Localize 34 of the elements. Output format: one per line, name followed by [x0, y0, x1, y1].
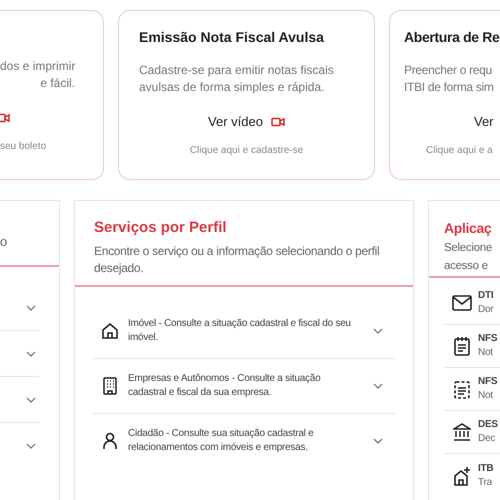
watch-video-link[interactable]: Ver vídeo: [208, 112, 285, 132]
app-item[interactable]: NFS Not: [444, 368, 500, 411]
profile-item[interactable]: Empresas e Autônomos - Consulte a situação cadastral e fiscal da sua empresa.: [93, 358, 395, 414]
card-title: Abertura de Re: [403, 28, 500, 47]
profile-item[interactable]: Cidadão - Consulte sua situação cadastral e relacionamentos com imóveis e empresas.: [93, 414, 395, 468]
app-name: NFS: [478, 375, 498, 389]
app-subtitle: Not: [478, 346, 494, 360]
panel-description: acesso e: [444, 259, 488, 274]
app-item[interactable]: ITB Tra: [444, 454, 500, 497]
app-item[interactable]: DES Dec: [444, 411, 500, 454]
app-name: DES: [478, 418, 498, 432]
card-link[interactable]: Clique aqui e cadastre-se: [119, 143, 374, 158]
panel-description: Selecione: [444, 241, 492, 256]
panel-title: Serviços por Perfil: [94, 218, 228, 238]
panel-description: Encontre o serviço ou a informação selecionando o perfil desejado.: [94, 242, 380, 276]
app-item[interactable]: NFS Not: [444, 325, 500, 368]
app-name: NFS: [478, 332, 498, 346]
app-subtitle: Not: [478, 389, 494, 403]
app-subtitle: Tra: [478, 476, 494, 490]
card-description: Cadastre-se para emitir notas fiscais avulsas de forma simples e rápida.: [138, 62, 335, 96]
card-description: Preencher o requ ITBI de forma sim: [403, 62, 495, 96]
app-name: ITB: [478, 462, 494, 476]
card-link[interactable]: Clique aqui e a: [390, 143, 493, 158]
card-description: dos e imprimir e fácil.: [0, 58, 76, 92]
card-title: Emissão Nota Fiscal Avulsa: [138, 28, 325, 47]
app-name: DTI: [478, 289, 494, 303]
app-subtitle: Dec: [478, 432, 496, 446]
app-item[interactable]: DTI Dor: [444, 282, 500, 325]
watch-video-link[interactable]: Ver: [474, 112, 494, 132]
app-subtitle: Dor: [478, 303, 494, 317]
panel-title: Aplicaç: [444, 219, 492, 238]
profile-item[interactable]: Imóvel - Consulte a situação cadastral e fiscal do seu imóvel.: [93, 304, 395, 358]
panel-description: o: [0, 232, 8, 250]
card-link[interactable]: seu boleto: [0, 139, 103, 154]
